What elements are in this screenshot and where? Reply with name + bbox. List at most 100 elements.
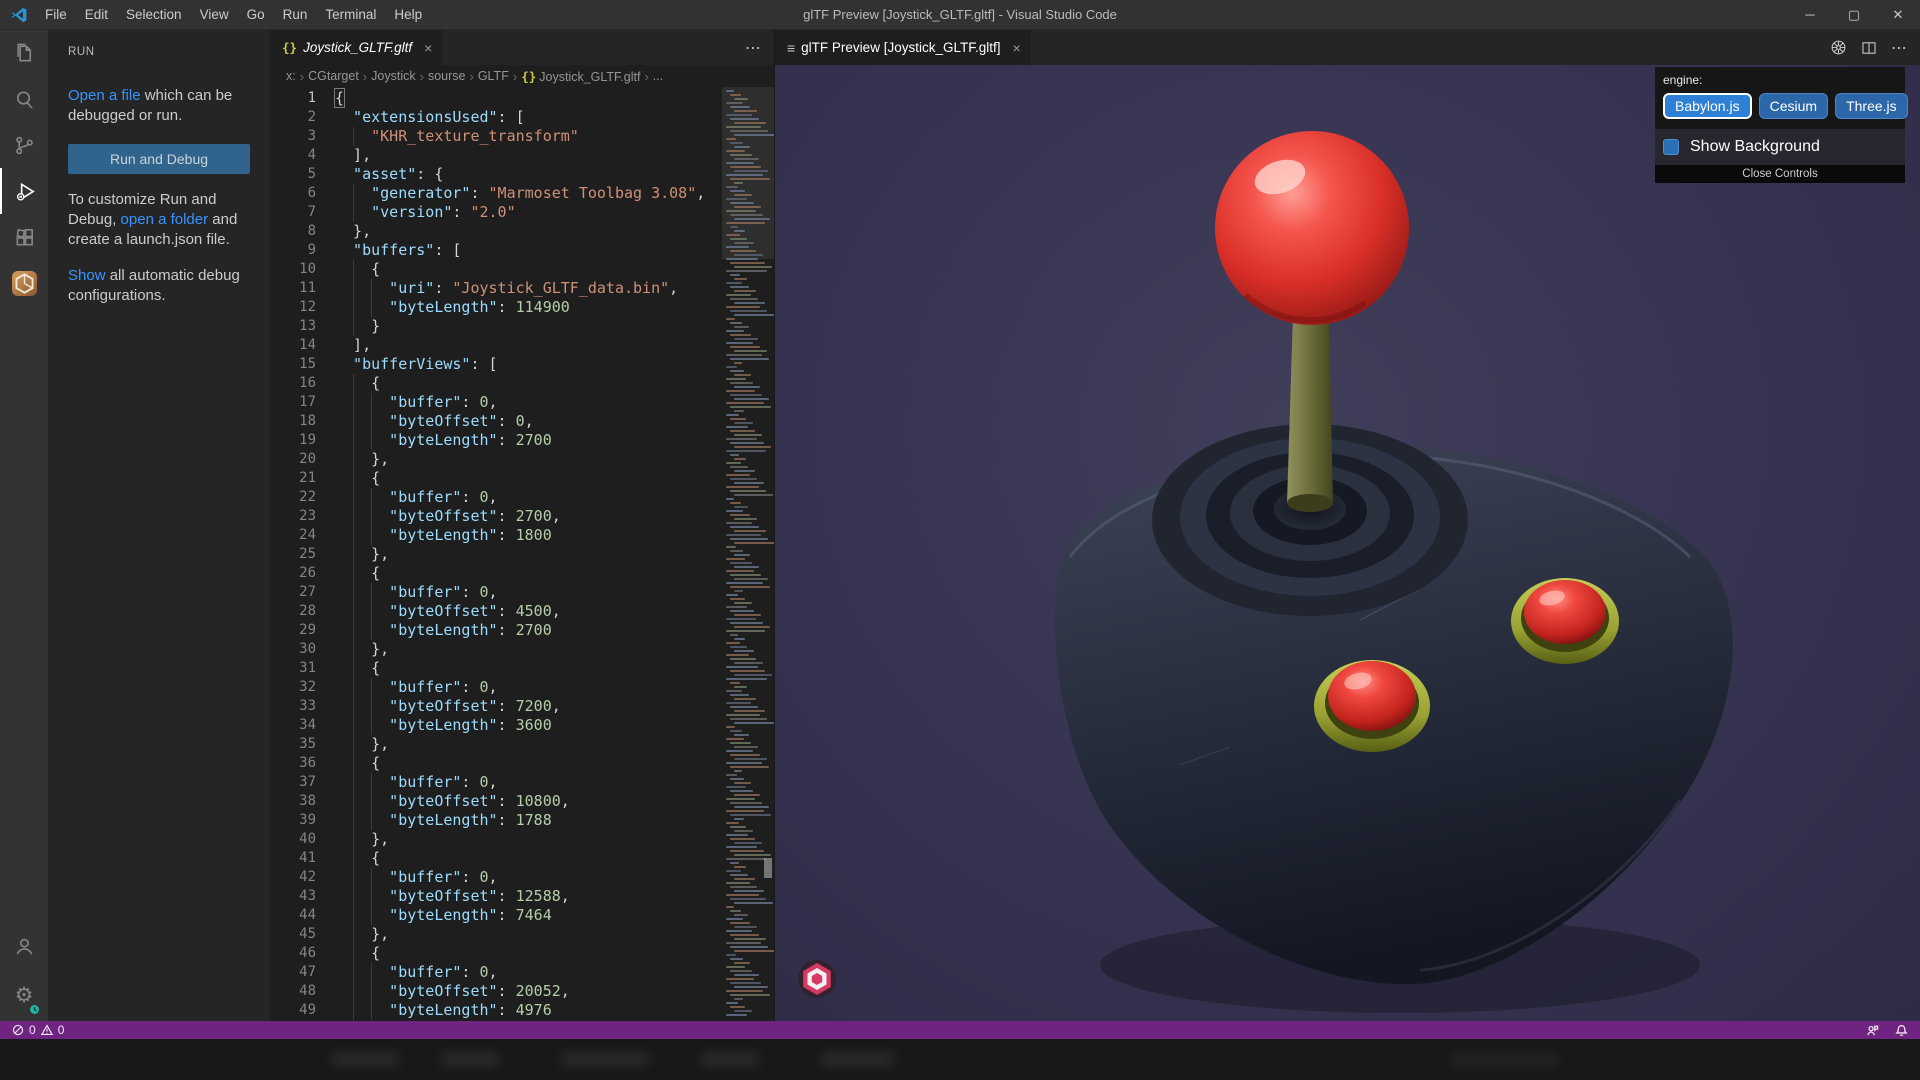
code-line[interactable]: "extensionsUsed": [: [335, 108, 722, 127]
breadcrumb-item[interactable]: x:: [284, 69, 298, 83]
code-content[interactable]: {"extensionsUsed": ["KHR_texture_transfo…: [330, 87, 722, 1021]
more-actions-icon[interactable]: ⋯: [1891, 38, 1908, 58]
code-line[interactable]: "byteLength": 2700: [335, 621, 722, 640]
breadcrumb-item[interactable]: sourse: [426, 69, 468, 83]
run-debug-icon[interactable]: [0, 168, 48, 214]
code-line[interactable]: "generator": "Marmoset Toolbag 3.08",: [335, 184, 722, 203]
link[interactable]: Open a file: [68, 87, 141, 104]
code-line[interactable]: "buffer": 0,: [335, 773, 722, 792]
code-line[interactable]: {: [335, 659, 722, 678]
code-line[interactable]: },: [335, 830, 722, 849]
code-line[interactable]: },: [335, 545, 722, 564]
menu-help[interactable]: Help: [385, 0, 431, 29]
breadcrumb-item[interactable]: {} Joystick_GLTF.gltf: [519, 69, 642, 84]
menu-go[interactable]: Go: [238, 0, 274, 29]
tab-close-icon[interactable]: ×: [424, 40, 432, 56]
code-line[interactable]: "buffer": 0,: [335, 393, 722, 412]
code-line[interactable]: "byteLength": 1800: [335, 526, 722, 545]
code-line[interactable]: },: [335, 925, 722, 944]
breadcrumb-item[interactable]: Joystick: [369, 69, 417, 83]
code-line[interactable]: "buffer": 0,: [335, 963, 722, 982]
engine-button-babylon-js[interactable]: Babylon.js: [1663, 93, 1752, 119]
bell-icon[interactable]: [1895, 1024, 1908, 1037]
code-editor[interactable]: 1 2 3 4 5 6 7 8 9 10 11 12 13 14 15 16 17 18 19 20 21 22 23 24 2…: [270, 87, 774, 1021]
close-controls-button[interactable]: Close Controls: [1655, 165, 1905, 183]
code-line[interactable]: "uri": "Joystick_GLTF_data.bin",: [335, 279, 722, 298]
show-background-checkbox[interactable]: [1663, 139, 1679, 155]
code-line[interactable]: {: [335, 469, 722, 488]
code-line[interactable]: "byteOffset": 12588,: [335, 887, 722, 906]
code-line[interactable]: {: [333, 88, 722, 108]
menu-selection[interactable]: Selection: [117, 0, 191, 29]
search-icon[interactable]: [0, 76, 48, 122]
explorer-icon[interactable]: [0, 30, 48, 76]
code-line[interactable]: ],: [335, 146, 722, 165]
run-and-debug-button[interactable]: Run and Debug: [68, 144, 250, 174]
code-line[interactable]: "buffer": 0,: [335, 583, 722, 602]
tab-gltf-preview[interactable]: ≡ glTF Preview [Joystick_GLTF.gltf] ×: [775, 30, 1032, 65]
breadcrumb-item[interactable]: ...: [651, 69, 665, 83]
minimap[interactable]: [722, 87, 774, 1021]
gltf-extension-icon[interactable]: [0, 260, 48, 306]
code-line[interactable]: {: [335, 374, 722, 393]
tab-close-icon[interactable]: ×: [1012, 40, 1020, 56]
more-actions-icon[interactable]: ⋯: [745, 38, 762, 58]
menu-terminal[interactable]: Terminal: [316, 0, 385, 29]
tab-joystick-gltf[interactable]: {} Joystick_GLTF.gltf ×: [270, 30, 444, 65]
feedback-icon[interactable]: [1866, 1024, 1879, 1037]
menu-file[interactable]: File: [36, 0, 76, 29]
gltf-wheel-icon[interactable]: [1830, 39, 1847, 56]
breadcrumb-item[interactable]: GLTF: [476, 69, 511, 83]
code-line[interactable]: "version": "2.0": [335, 203, 722, 222]
code-line[interactable]: },: [335, 735, 722, 754]
source-control-icon[interactable]: [0, 122, 48, 168]
code-line[interactable]: "byteLength": 114900: [335, 298, 722, 317]
code-line[interactable]: },: [335, 640, 722, 659]
link[interactable]: Show: [68, 267, 106, 284]
menu-edit[interactable]: Edit: [76, 0, 117, 29]
code-line[interactable]: "KHR_texture_transform": [335, 127, 722, 146]
code-line[interactable]: {: [335, 754, 722, 773]
code-line[interactable]: "byteOffset": 2700,: [335, 507, 722, 526]
code-line[interactable]: {: [335, 944, 722, 963]
code-line[interactable]: "byteLength": 3600: [335, 716, 722, 735]
code-line[interactable]: "byteOffset": 20052,: [335, 982, 722, 1001]
menu-run[interactable]: Run: [274, 0, 317, 29]
link[interactable]: open a folder: [121, 211, 209, 228]
split-editor-icon[interactable]: [1861, 40, 1877, 56]
settings-icon[interactable]: ⚙: [0, 969, 48, 1021]
maximize-button[interactable]: ▢: [1832, 0, 1876, 29]
engine-button-three-js[interactable]: Three.js: [1835, 93, 1908, 119]
code-line[interactable]: "byteLength": 7464: [335, 906, 722, 925]
menu-view[interactable]: View: [191, 0, 238, 29]
code-line[interactable]: "buffer": 0,: [335, 678, 722, 697]
accounts-icon[interactable]: [0, 923, 48, 969]
gltf-preview-viewport[interactable]: engine: Babylon.js Cesium Three.js Show Ba…: [775, 65, 1920, 1021]
show-background-row[interactable]: Show Background: [1655, 129, 1905, 165]
code-line[interactable]: {: [335, 849, 722, 868]
code-line[interactable]: "buffer": 0,: [335, 488, 722, 507]
code-line[interactable]: "byteLength": 2700: [335, 431, 722, 450]
code-line[interactable]: "byteLength": 1788: [335, 811, 722, 830]
code-line[interactable]: },: [335, 222, 722, 241]
code-line[interactable]: "byteOffset": 0,: [335, 412, 722, 431]
code-line[interactable]: "byteOffset": 4500,: [335, 602, 722, 621]
extensions-icon[interactable]: [0, 214, 48, 260]
minimize-button[interactable]: ─: [1788, 0, 1832, 29]
code-line[interactable]: "asset": {: [335, 165, 722, 184]
code-line[interactable]: {: [335, 260, 722, 279]
code-line[interactable]: }: [335, 317, 722, 336]
code-line[interactable]: "buffer": 0,: [335, 868, 722, 887]
code-line[interactable]: ],: [335, 336, 722, 355]
code-line[interactable]: "byteOffset": 10800,: [335, 792, 722, 811]
code-line[interactable]: },: [335, 450, 722, 469]
close-button[interactable]: ✕: [1876, 0, 1920, 29]
problems-status[interactable]: 0 0: [12, 1023, 64, 1037]
code-line[interactable]: {: [335, 564, 722, 583]
code-line[interactable]: "bufferViews": [: [335, 355, 722, 374]
breadcrumb-item[interactable]: CGtarget: [306, 69, 361, 83]
code-line[interactable]: "buffers": [: [335, 241, 722, 260]
engine-button-cesium[interactable]: Cesium: [1758, 93, 1829, 119]
code-line[interactable]: "byteLength": 4976: [335, 1001, 722, 1020]
code-line[interactable]: "byteOffset": 7200,: [335, 697, 722, 716]
